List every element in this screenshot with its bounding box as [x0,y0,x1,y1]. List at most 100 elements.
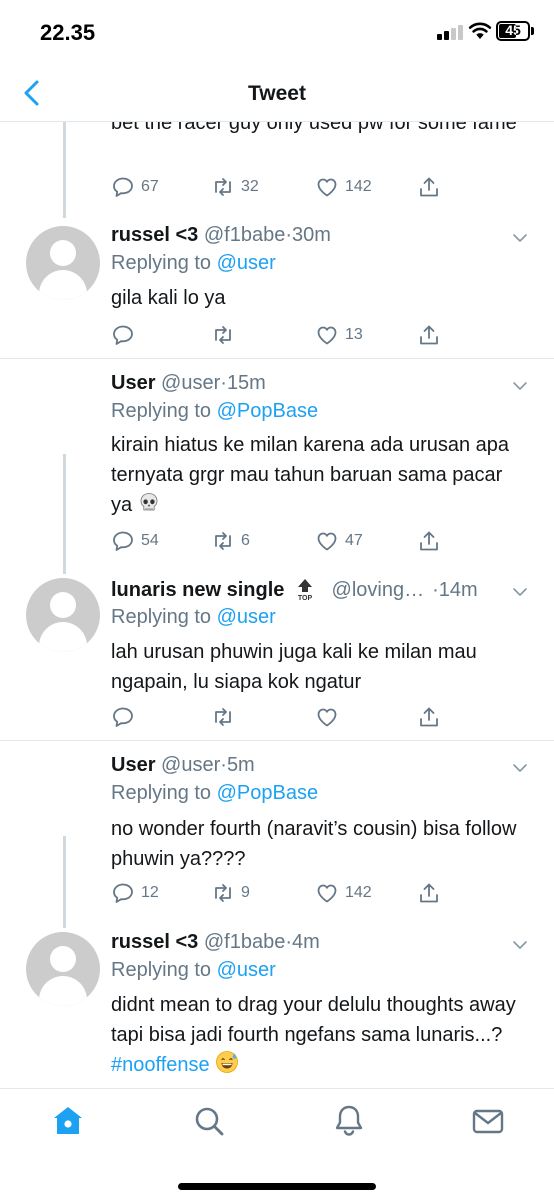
like-count: 13 [345,326,363,343]
retweet-button[interactable]: 6 [211,526,250,556]
retweet-button[interactable]: 9 [211,878,250,908]
chevron-down-icon[interactable] [512,937,528,953]
reply-button[interactable] [111,320,141,350]
tweet-header: User @user·5m [111,754,255,776]
chevron-down-icon[interactable] [512,584,528,600]
like-count: 47 [345,532,363,549]
replying-to: Replying to @user [111,959,276,982]
like-button[interactable]: 142 [315,878,372,908]
chevron-down-icon[interactable] [512,760,528,776]
tweet-actions: 54 6 47 [111,526,531,556]
notifications-icon[interactable] [331,1103,367,1139]
tweet-text: didnt mean to drag your delulu thoughts … [111,990,521,1080]
author-name[interactable]: russel <3 [111,224,198,246]
share-button[interactable] [417,702,441,732]
grinning-sweat-emoji-icon [216,1051,239,1073]
replying-mention[interactable]: @PopBase [217,782,318,804]
reply-count: 54 [141,532,159,549]
retweet-button[interactable] [211,702,241,732]
share-icon [420,325,438,345]
avatar[interactable] [26,226,100,300]
tweet-actions [111,702,531,732]
like-count: 142 [345,178,372,195]
author-handle[interactable]: @f1babe [204,931,285,953]
reply-thread[interactable]: bet the racer guy only used pw for some … [0,122,554,1088]
tweet-text-body: kirain hiatus ke milan karena ada urusan… [111,434,510,516]
replying-mention[interactable]: @user [217,959,276,981]
reply-icon [113,531,133,551]
replying-mention[interactable]: @user [217,606,276,628]
tweet-header: lunaris new single TOP @loving… ·14m [111,579,478,602]
heart-icon [317,532,337,551]
share-icon [420,883,438,903]
share-button[interactable] [417,172,441,202]
chevron-down-icon[interactable] [512,230,528,246]
thread-line [63,454,66,574]
thread-line [63,122,66,218]
tweet-actions: 13 [111,320,531,350]
reply-icon [113,325,133,345]
divider [0,358,554,359]
reply-button[interactable]: 12 [111,878,159,908]
replying-label: Replying to [111,252,212,274]
retweet-icon [215,532,231,550]
author-handle[interactable]: @user [161,754,220,776]
messages-icon[interactable] [470,1103,506,1139]
tweet-time: 4m [292,931,320,953]
replying-mention[interactable]: @user [217,252,276,274]
replying-label: Replying to [111,400,212,422]
tweet-header: russel <3 @f1babe·4m [111,931,320,953]
retweet-button[interactable]: 32 [211,172,259,202]
replying-to: Replying to @PopBase [111,400,318,423]
tweet-text-body: didnt mean to drag your delulu thoughts … [111,994,516,1046]
author-handle[interactable]: @user [161,372,220,394]
reply-button[interactable]: 54 [111,526,159,556]
share-button[interactable] [417,320,441,350]
like-button[interactable]: 142 [315,172,372,202]
tweet-time: 14m [438,579,478,601]
search-icon[interactable] [191,1103,227,1139]
heart-icon [317,178,337,197]
retweet-button[interactable] [211,320,241,350]
share-icon [420,531,438,551]
share-button[interactable] [417,526,441,556]
thread-line [63,836,66,928]
divider [0,740,554,741]
chevron-down-icon[interactable] [512,378,528,394]
tweet-text: lah urusan phuwin juga kali ke milan mau… [111,641,477,693]
skull-emoji-icon [140,493,158,511]
author-name[interactable]: russel <3 [111,931,198,953]
tweet-text: gila kali lo ya [111,287,226,309]
like-count: 142 [345,884,372,901]
replying-to: Replying to @PopBase [111,782,318,805]
wifi-icon [468,22,492,39]
reply-button[interactable]: 67 [111,172,159,202]
author-name[interactable]: lunaris new single [111,579,284,601]
home-icon[interactable] [50,1103,86,1139]
tweet-text: no wonder fourth (naravit’s cousin) bisa… [111,818,517,870]
replying-mention[interactable]: @PopBase [217,400,318,422]
tweet-header: russel <3 @f1babe·30m [111,224,331,246]
like-button[interactable]: 47 [315,526,363,556]
top-badge-text: TOP [298,595,313,602]
tweet-time: 15m [226,372,266,394]
status-time: 22.35 [40,20,96,45]
author-handle[interactable]: @loving… [332,579,425,601]
avatar[interactable] [26,932,100,1006]
reply-icon [113,883,133,903]
share-button[interactable] [417,878,441,908]
like-button[interactable]: 13 [315,320,363,350]
retweet-count: 32 [241,178,259,195]
battery-cap [531,27,534,35]
like-button[interactable] [315,702,345,732]
tweet-header: User @user·15m [111,372,266,394]
author-name[interactable]: User [111,372,155,394]
author-handle[interactable]: @f1babe [204,224,285,246]
replying-label: Replying to [111,959,212,981]
reply-button[interactable] [111,702,141,732]
author-name[interactable]: User [111,754,155,776]
hashtag-link[interactable]: #nooffense [111,1054,210,1076]
status-bar: 22.35 45 [0,0,554,64]
cellular-signal-icon [437,24,463,40]
avatar[interactable] [26,578,100,652]
